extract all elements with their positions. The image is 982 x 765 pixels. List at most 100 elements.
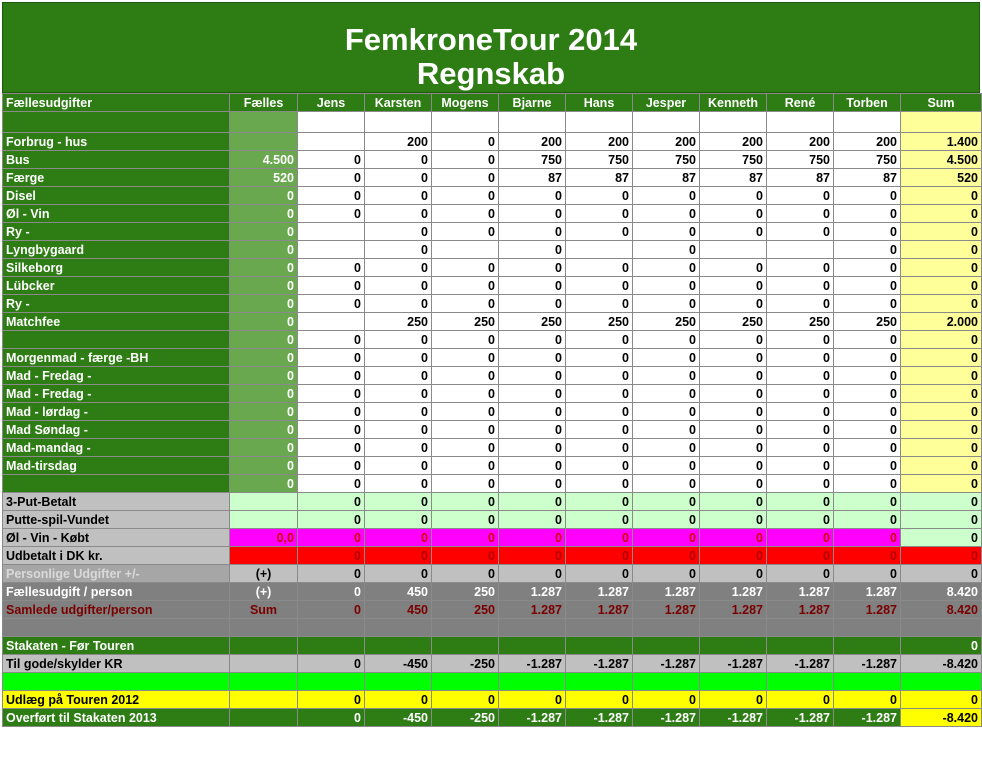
row-label-cell[interactable]: Morgenmad - færge -BH [2,348,230,367]
faelles-cell[interactable]: 0 [229,240,298,259]
value-cell[interactable]: -1.287 [766,708,834,727]
sum-cell[interactable]: 1.400 [900,132,982,151]
faelles-cell[interactable]: 0 [229,420,298,439]
header-cell[interactable]: Mogens [431,93,499,112]
value-cell[interactable]: 200 [364,132,432,151]
value-cell[interactable]: 0 [632,564,700,583]
row-label-cell[interactable]: Silkeborg [2,258,230,277]
value-cell[interactable]: 750 [565,150,633,169]
faelles-cell[interactable]: 0 [229,366,298,385]
faelles-cell[interactable]: 520 [229,168,298,187]
value-cell[interactable]: 0 [565,474,633,493]
value-cell[interactable] [297,312,365,331]
value-cell[interactable]: 0 [766,294,834,313]
value-cell[interactable]: 0 [565,564,633,583]
value-cell[interactable] [364,111,432,133]
value-cell[interactable]: 0 [766,690,834,709]
value-cell[interactable]: -1.287 [565,708,633,727]
value-cell[interactable]: 750 [632,150,700,169]
value-cell[interactable]: 0 [833,510,901,529]
value-cell[interactable]: 200 [766,132,834,151]
value-cell[interactable]: 0 [632,204,700,223]
value-cell[interactable]: 0 [699,366,767,385]
value-cell[interactable]: 0 [431,168,499,187]
row-label-cell[interactable]: Færge [2,168,230,187]
value-cell[interactable]: 0 [431,150,499,169]
value-cell[interactable]: 0 [431,258,499,277]
sum-cell[interactable]: 0 [900,348,982,367]
value-cell[interactable]: 0 [766,456,834,475]
value-cell[interactable]: 0 [498,258,566,277]
row-label-cell[interactable]: Fællesudgift / person [2,582,230,601]
value-cell[interactable] [297,111,365,133]
faelles-cell[interactable]: 4.500 [229,150,298,169]
row-label-cell[interactable] [2,111,230,133]
value-cell[interactable]: 0 [364,420,432,439]
value-cell[interactable]: 0 [766,546,834,565]
value-cell[interactable]: 0 [364,258,432,277]
value-cell[interactable]: 0 [833,420,901,439]
value-cell[interactable]: 0 [766,186,834,205]
value-cell[interactable]: 0 [297,600,365,619]
value-cell[interactable]: 250 [498,312,566,331]
value-cell[interactable]: 0 [498,510,566,529]
value-cell[interactable]: 0 [766,222,834,241]
value-cell[interactable]: 0 [766,330,834,349]
value-cell[interactable]: 0 [766,348,834,367]
value-cell[interactable]: 0 [364,492,432,511]
faelles-cell[interactable] [229,690,298,709]
value-cell[interactable]: 0 [431,384,499,403]
value-cell[interactable]: 0 [699,186,767,205]
value-cell[interactable]: 0 [498,222,566,241]
faelles-cell[interactable]: 0,0 [229,528,298,547]
row-label-cell[interactable]: Mad - Fredag - [2,366,230,385]
value-cell[interactable] [632,111,700,133]
faelles-cell[interactable]: (+) [229,582,298,601]
value-cell[interactable]: 0 [699,510,767,529]
value-cell[interactable]: 0 [833,492,901,511]
value-cell[interactable]: 0 [833,222,901,241]
value-cell[interactable]: 0 [431,510,499,529]
value-cell[interactable]: 0 [297,330,365,349]
value-cell[interactable]: 0 [297,708,365,727]
faelles-cell[interactable] [229,111,298,133]
value-cell[interactable]: 0 [632,492,700,511]
row-label-cell[interactable]: 3-Put-Betalt [2,492,230,511]
value-cell[interactable]: 0 [297,366,365,385]
value-cell[interactable]: 250 [431,582,499,601]
header-cell[interactable]: Hans [565,93,633,112]
value-cell[interactable]: 250 [766,312,834,331]
value-cell[interactable]: 0 [565,456,633,475]
value-cell[interactable] [297,222,365,241]
row-label-cell[interactable]: Matchfee [2,312,230,331]
sum-cell[interactable]: 0 [900,366,982,385]
value-cell[interactable]: 0 [699,348,767,367]
value-cell[interactable]: 0 [632,528,700,547]
value-cell[interactable]: 0 [565,690,633,709]
value-cell[interactable]: 0 [632,456,700,475]
value-cell[interactable]: 87 [632,168,700,187]
sum-cell[interactable]: 0 [900,186,982,205]
row-label-cell[interactable]: Lübcker [2,276,230,295]
value-cell[interactable]: -1.287 [498,708,566,727]
value-cell[interactable]: 0 [833,330,901,349]
value-cell[interactable]: 0 [364,474,432,493]
faelles-cell[interactable]: 0 [229,294,298,313]
value-cell[interactable]: 0 [632,222,700,241]
value-cell[interactable]: 0 [833,546,901,565]
value-cell[interactable]: 0 [297,564,365,583]
value-cell[interactable]: 0 [431,456,499,475]
sum-cell[interactable]: 0 [900,402,982,421]
value-cell[interactable]: 450 [364,600,432,619]
value-cell[interactable]: 0 [431,348,499,367]
value-cell[interactable]: 0 [364,384,432,403]
value-cell[interactable]: 0 [364,546,432,565]
row-label-cell[interactable] [2,474,230,493]
value-cell[interactable]: 1.287 [766,582,834,601]
value-cell[interactable]: 0 [297,492,365,511]
value-cell[interactable]: 0 [297,348,365,367]
value-cell[interactable]: 0 [565,294,633,313]
value-cell[interactable]: 0 [699,330,767,349]
value-cell[interactable]: 0 [699,402,767,421]
value-cell[interactable]: 0 [297,456,365,475]
